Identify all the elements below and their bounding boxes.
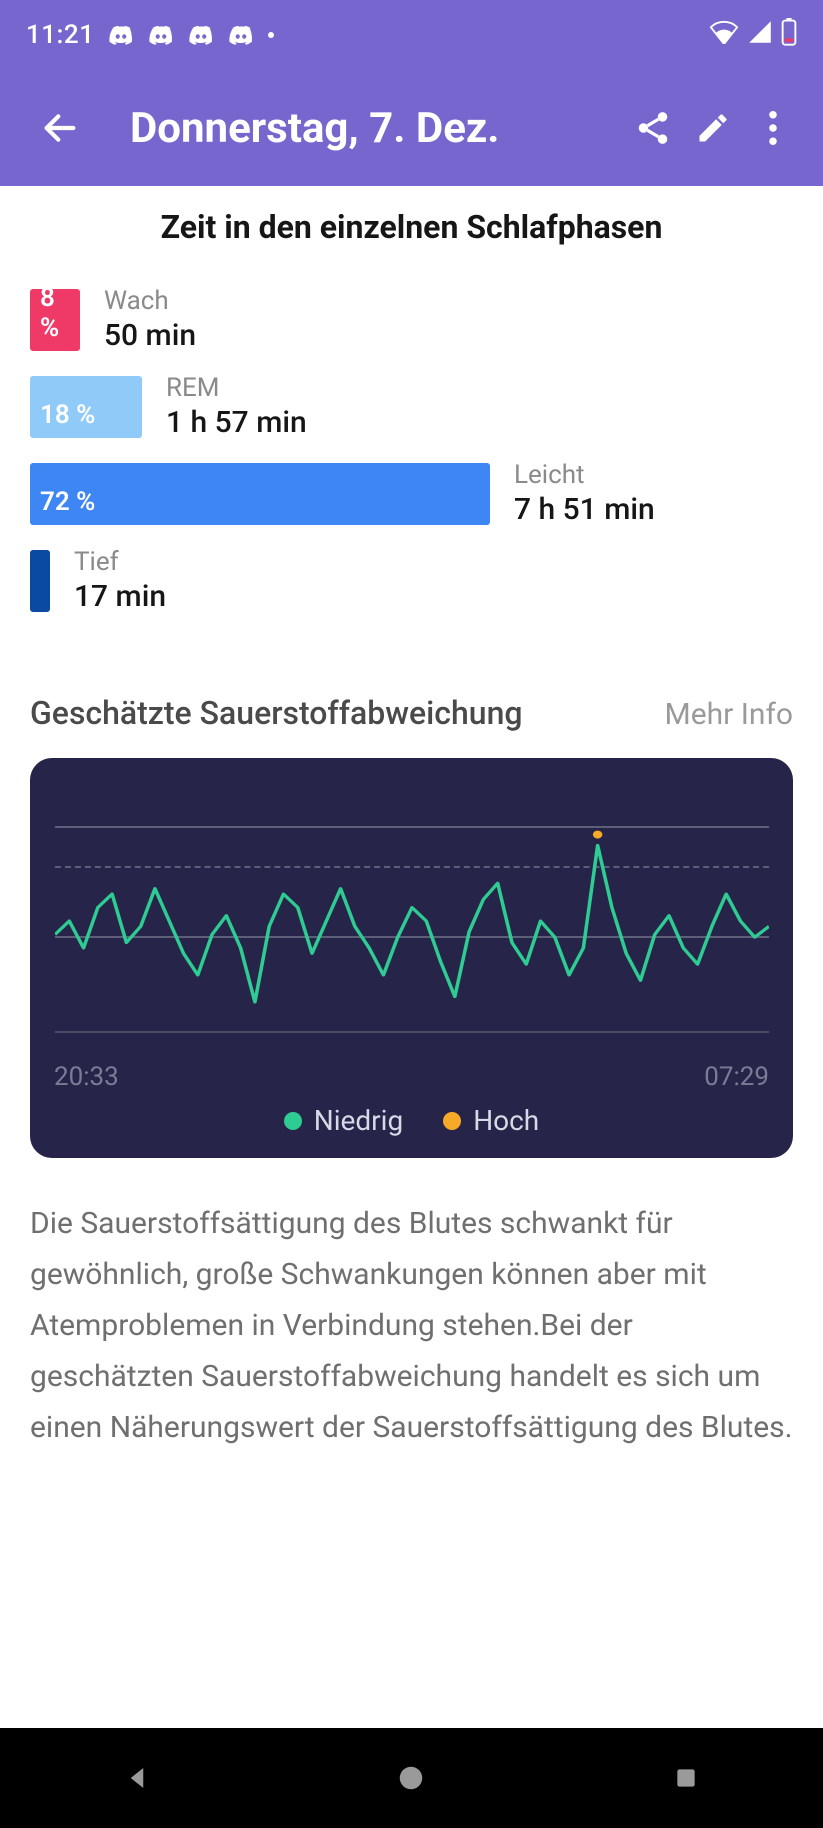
phase-label: REM [166,373,307,403]
nav-back-button[interactable] [117,1758,157,1798]
phase-bar-light: 72 % [30,463,490,525]
nav-home-button[interactable] [391,1758,431,1798]
phase-row-light: 72 % Leicht 7 h 51 min [30,460,793,527]
phase-label: Wach [104,286,196,316]
phase-value: 7 h 51 min [514,492,655,527]
notification-icon [228,25,254,45]
chart-x-end: 07:29 [704,1062,769,1092]
legend-low-label: Niedrig [314,1104,403,1137]
battery-icon [781,18,797,53]
phase-value: 50 min [104,318,196,353]
oxygen-chart[interactable]: 20:33 07:29 Niedrig Hoch [30,758,793,1158]
android-nav-bar [0,1728,823,1828]
page-title: Donnerstag, 7. Dez. [130,104,623,153]
signal-icon [747,20,773,51]
legend-high-label: Hoch [473,1104,539,1137]
legend-high: Hoch [443,1104,539,1137]
phase-row-wake: 8 % Wach 50 min [30,286,793,353]
sleep-phases-title: Zeit in den einzelnen Schlafphasen [0,186,823,286]
back-button[interactable] [30,98,90,158]
legend-swatch-low [284,1112,302,1130]
phase-row-deep: Tief 17 min [30,547,793,614]
phase-bar-wake: 8 % [30,289,80,351]
phase-value: 1 h 57 min [166,405,307,440]
legend-swatch-high [443,1112,461,1130]
wifi-icon [709,20,739,51]
chart-x-start: 20:33 [54,1062,119,1092]
more-info-link[interactable]: Mehr Info [665,697,794,732]
phase-row-rem: 18 % REM 1 h 57 min [30,373,793,440]
phase-value: 17 min [74,579,166,614]
oxygen-section-title: Geschätzte Sauerstoffabweichung [30,694,523,732]
more-notifications-icon [268,32,274,38]
notification-icon [108,25,134,45]
nav-recent-button[interactable] [666,1758,706,1798]
share-button[interactable] [623,98,683,158]
phase-bar-rem: 18 % [30,376,142,438]
phase-label: Tief [74,547,166,577]
app-bar: Donnerstag, 7. Dez. [0,70,823,186]
sleep-phases-chart: 8 % Wach 50 min 18 % REM 1 h 57 min 72 %… [0,286,823,694]
notification-icon [188,25,214,45]
oxygen-description: Die Sauerstoffsättigung des Blutes schwa… [0,1158,823,1453]
phase-bar-deep [30,550,50,612]
overflow-menu-button[interactable] [743,98,803,158]
status-clock: 11:21 [26,20,94,50]
status-bar: 11:21 [0,0,823,70]
phase-label: Leicht [514,460,655,490]
notification-icon [148,25,174,45]
legend-low: Niedrig [284,1104,403,1137]
oxygen-line-series [55,786,769,1056]
edit-button[interactable] [683,98,743,158]
